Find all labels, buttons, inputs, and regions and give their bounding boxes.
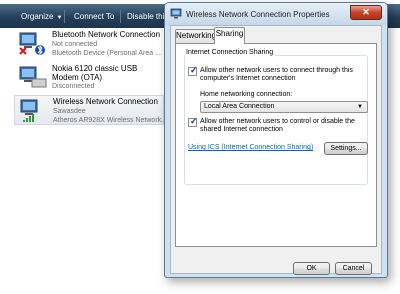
- check-icon: ✓: [190, 116, 198, 126]
- tab-networking[interactable]: Networking: [175, 29, 216, 43]
- nokia-text: Nokia 6120 classic USB Modem (OTA) Disco…: [52, 64, 166, 91]
- chevron-down-icon: ▼: [357, 104, 363, 110]
- connect-to-button[interactable]: Connect To: [74, 12, 114, 21]
- ics-help-link[interactable]: Using ICS (Internet Connection Sharing): [188, 144, 313, 151]
- sharing-tab-panel: Internet Connection Sharing ✓ Allow othe…: [175, 43, 377, 247]
- organize-label: Organize: [21, 12, 54, 21]
- list-item-bluetooth[interactable]: Bluetooth Network Connection Not connect…: [14, 29, 164, 61]
- wireless-connection-icon: [20, 99, 38, 122]
- wireless-text: Wireless Network Connection Sawasdee Ath…: [53, 97, 167, 125]
- allow-control-checkbox[interactable]: ✓: [188, 116, 198, 127]
- connection-name: Nokia 6120 classic USB Modem (OTA): [52, 64, 138, 82]
- organize-button[interactable]: Organize ▼: [21, 12, 62, 21]
- connection-status: Not connected: [52, 41, 98, 48]
- dialog-client-area: Networking Sharing Internet Connection S…: [170, 25, 382, 275]
- bluetooth-connection-icon: [19, 32, 45, 56]
- disable-device-button[interactable]: Disable this: [127, 12, 168, 21]
- allow-control-label: Allow other network users to control or …: [200, 118, 355, 133]
- bluetooth-text: Bluetooth Network Connection Not connect…: [52, 30, 166, 58]
- home-networking-value: Local Area Connection: [204, 103, 275, 110]
- connection-status: Sawasdee: [53, 108, 86, 115]
- list-item-nokia-modem[interactable]: Nokia 6120 classic USB Modem (OTA) Disco…: [14, 63, 164, 93]
- close-icon: ✕: [362, 7, 370, 17]
- network-adapter-icon: [170, 8, 182, 19]
- allow-connect-checkbox[interactable]: ✓: [188, 65, 198, 76]
- connection-device: Atheros AR928X Wireless Network...: [53, 117, 167, 124]
- tab-sharing[interactable]: Sharing: [214, 27, 245, 44]
- connection-status: Disconnected: [52, 83, 95, 90]
- dialog-titlebar[interactable]: Wireless Network Connection Properties ✕: [165, 3, 387, 25]
- modem-icon: [19, 66, 47, 88]
- home-networking-label: Home networking connection:: [200, 91, 293, 98]
- check-icon: ✓: [190, 65, 198, 75]
- connection-name: Bluetooth Network Connection: [52, 30, 161, 39]
- ok-button[interactable]: OK: [293, 262, 330, 275]
- dialog-title: Wireless Network Connection Properties: [186, 10, 330, 19]
- toolbar-divider: [64, 10, 65, 23]
- cancel-button[interactable]: Cancel: [335, 262, 372, 275]
- connection-name: Wireless Network Connection: [53, 97, 158, 106]
- close-button[interactable]: ✕: [350, 5, 382, 20]
- chevron-down-icon: ▼: [56, 15, 63, 21]
- home-networking-select[interactable]: Local Area Connection ▼: [200, 101, 368, 113]
- properties-dialog: Wireless Network Connection Properties ✕…: [164, 2, 388, 278]
- settings-button[interactable]: Settings...: [324, 142, 368, 155]
- list-item-wireless[interactable]: Wireless Network Connection Sawasdee Ath…: [14, 95, 167, 125]
- allow-connect-label: Allow other network users to connect thr…: [200, 67, 353, 82]
- ics-group-title: Internet Connection Sharing: [184, 49, 276, 56]
- toolbar-divider: [120, 10, 121, 23]
- connection-device: Bluetooth Device (Personal Area ...: [52, 50, 161, 57]
